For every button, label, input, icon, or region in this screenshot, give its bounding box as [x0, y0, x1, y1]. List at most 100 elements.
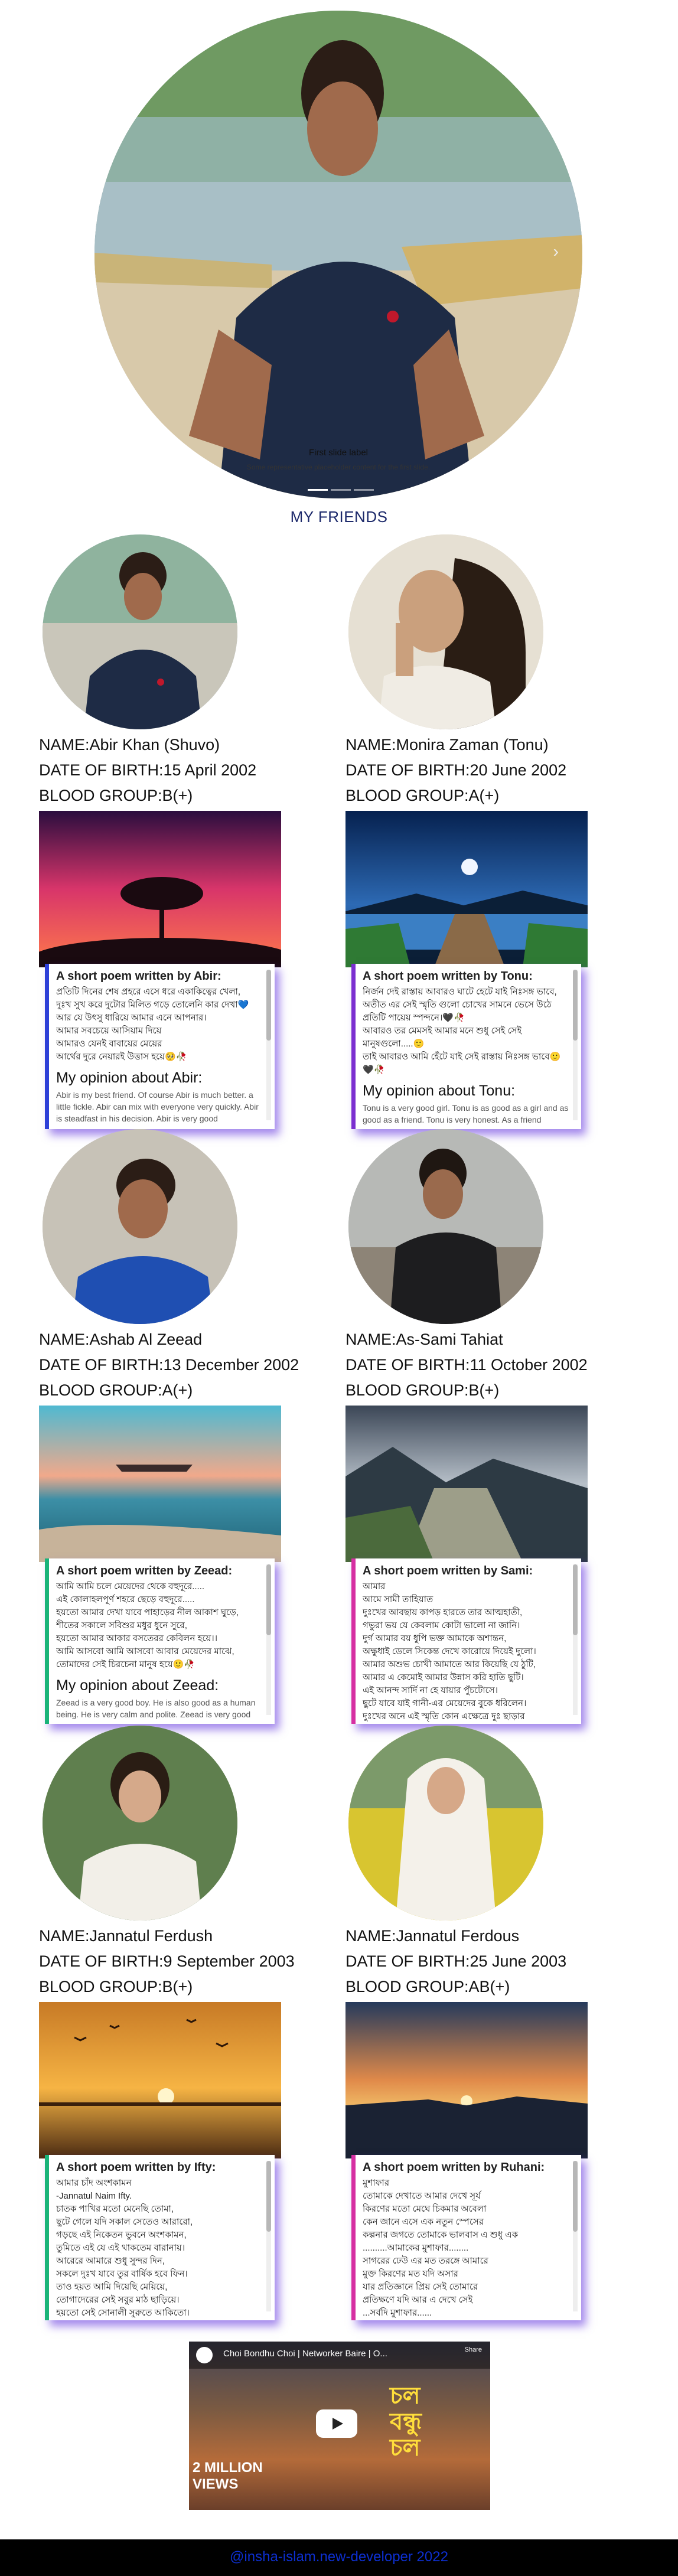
poem-line: দুর্গ আমার বয় ধুপি ভক্ত আমাকে অশান্তন,	[363, 1633, 507, 1644]
scenery-image	[39, 1406, 281, 1562]
poem-line: গড়ছে এই নিকেতন ভুবনে অংশকামন,	[56, 2230, 187, 2240]
poem-line: দুঃখের আবছায় কাপড় হারতে তার আত্মহাতী,	[363, 1607, 523, 1618]
friend-blood-group: BLOOD GROUP:B(+)	[345, 1381, 500, 1399]
poem-card[interactable]: A short poem written by Tonu: নির্জন দেই…	[351, 964, 581, 1129]
brand-line: চল	[390, 2435, 421, 2461]
carousel-indicator[interactable]	[331, 489, 351, 491]
poem-line: অক্ষুধাই ডেলে সিকেন্ত দেখে কারোয়ে দিয়ে…	[363, 1646, 536, 1657]
video-title[interactable]: Choi Bondhu Choi | Networker Baire | O..…	[223, 2349, 387, 2359]
poem-line: প্রতিটি দিনের শেষ প্রহরে এসে ধরে একাকিত্…	[56, 987, 241, 997]
poem-title: A short poem written by Tonu:	[363, 970, 533, 983]
poem-card[interactable]: A short poem written by Zeead: আমি আমি চ…	[45, 1558, 275, 1724]
chevron-right-icon[interactable]: ›	[553, 242, 559, 261]
scrollbar-thumb[interactable]	[573, 970, 578, 1041]
brand-line: বন্ধু	[390, 2409, 422, 2435]
poem-line: হয়তো আমার দেখা যাবে পাহাড়ের নীল আকাশ ঘ…	[56, 1607, 239, 1618]
friend-name: NAME:Abir Khan (Shuvo)	[39, 736, 220, 754]
poem-line: আমি আমি চলে মেয়েদের থেকে বহুদূরে.....	[56, 1582, 205, 1592]
friend-name: NAME:Ashab Al Zeead	[39, 1331, 203, 1348]
poem-card[interactable]: A short poem written by Ruhani: মুশাফার …	[351, 2155, 581, 2320]
hero-caption-title: First slide label	[308, 448, 369, 458]
poem-line: আরেরে আমারে শুধু সুন্দর দিন,	[56, 2256, 165, 2266]
share-button[interactable]: Share	[465, 2346, 482, 2353]
poem-line: তুমিতে এই যে এই থাকতেম বারানায়।	[56, 2243, 185, 2253]
carousel-indicator[interactable]	[354, 489, 374, 491]
scenery-image	[39, 811, 281, 967]
poem-line: আবারও তর মেমসই আমার মনে শুধু সেই সেই	[363, 1026, 522, 1036]
scrollbar[interactable]	[266, 970, 271, 1120]
poem-line: আর যে উৎসু ধারিয়ে আমার এনে আপনার।	[56, 1013, 207, 1023]
carousel-indicator[interactable]	[308, 489, 328, 491]
poem-line: তোমাকে দেখাতে আমার দেখে সূর্য	[363, 2191, 481, 2201]
opinion-title: My opinion about Abir:	[56, 1069, 203, 1086]
opinion-text: Zeead is a very good boy. He is also goo…	[56, 1698, 256, 1719]
poem-line: আমারও যেনই বাবায়ের মেয়ের	[56, 1039, 162, 1049]
poem-line: মুক্ত কিরণের মত যদি অসার	[363, 2269, 458, 2279]
friend-dob: DATE OF BIRTH:20 June 2002	[345, 761, 567, 779]
friend-avatar	[43, 1129, 237, 1324]
opinion-title: My opinion about Zeead:	[56, 1677, 219, 1694]
poem-line: হয়তো আমার আকার বসতেরর কেবিলন হয়ে।।	[56, 1633, 218, 1644]
opinion-text: Abir is my best friend. Of course Abir i…	[56, 1090, 259, 1123]
scrollbar[interactable]	[573, 2161, 578, 2311]
friend-blood-group: BLOOD GROUP:A(+)	[39, 1381, 193, 1399]
poem-line: আমার চাঁদ অংশকামন	[56, 2178, 132, 2188]
views-number: 2 MILLION	[193, 2460, 263, 2476]
poem-line: এই আনন্দ সার্দি না হে যায়ার পুঁচটোসে।	[363, 1685, 498, 1695]
poem-line: মুশাফার	[363, 2178, 390, 2188]
poem-line: নির্জন দেই রাস্তায় আবারও ঘাটে হেটে যাই …	[363, 987, 557, 997]
poem-line: যার প্রতিজ্ঞানে প্রিয় সেই তোমারে	[363, 2282, 478, 2292]
friend-avatar	[348, 534, 543, 729]
friend-avatar	[43, 1726, 237, 1920]
channel-logo-icon[interactable]	[196, 2347, 213, 2363]
poem-line: দুঃখের অনে এই স্মৃতি কোন এক্ষেত্রে দুঃ ছ…	[363, 1711, 525, 1721]
poem-line: কেন জানে এসে এক নতুন স্পেসের	[363, 2217, 484, 2227]
section-title: MY FRIENDS	[290, 508, 388, 526]
opinion-title: My opinion about Tonu:	[363, 1082, 516, 1099]
scrollbar-thumb[interactable]	[573, 1564, 578, 1635]
brand-line: চল	[390, 2383, 421, 2409]
poem-line: আমার অশুভ চোখী আমাতে আর কিয়েছি যে ঠুটি,	[363, 1659, 536, 1669]
friend-dob: DATE OF BIRTH:15 April 2002	[39, 761, 257, 779]
poem-card[interactable]: A short poem written by Ifty: আমার চাঁদ …	[45, 2155, 275, 2320]
poem-line: ...সর্বদি মুশাফার......	[363, 2308, 432, 2318]
friend-name: NAME:Monira Zaman (Tonu)	[345, 736, 549, 754]
poem-card[interactable]: A short poem written by Sami: আমার আমে স…	[351, 1558, 581, 1724]
scrollbar[interactable]	[573, 970, 578, 1120]
poem-card[interactable]: A short poem written by Abir: প্রতিটি দি…	[45, 964, 275, 1129]
poem-line: 🖤🥀	[363, 1065, 385, 1075]
friend-blood-group: BLOOD GROUP:A(+)	[345, 787, 500, 804]
scrollbar[interactable]	[266, 1564, 271, 1715]
hero-carousel[interactable]: › First slide label Some representative …	[94, 11, 582, 498]
hero-caption-text: Some representative placeholder content …	[246, 463, 431, 471]
scrollbar[interactable]	[266, 2161, 271, 2311]
scenery-image	[345, 1406, 588, 1562]
friend-blood-group: BLOOD GROUP:B(+)	[39, 787, 193, 804]
youtube-embed[interactable]: Choi Bondhu Choi | Networker Baire | O..…	[189, 2342, 490, 2510]
poem-line: শীতের সকালে সবিশুর মধুর ধুনে সুরে,	[56, 1620, 187, 1631]
poem-line: তোমাদের সেই চিরচেনা মানুষ হয়ে🙂🥀	[56, 1659, 195, 1669]
video-brand-text: চল বন্ধু চল	[390, 2383, 422, 2461]
poem-line: ..........আমাকের মুশাফার........	[363, 2243, 469, 2253]
poem-line: আমার সবচেয়ে আসিয়াম দিয়ে	[56, 1026, 162, 1036]
poem-line: তোগাদেরের সেই সবুর মাঠ ছাড়িয়ে।	[56, 2295, 180, 2305]
friend-name: NAME:Jannatul Ferdous	[345, 1927, 520, 1945]
poem-line: ছুটে গেলে যদি সকাল সেতেও আরারো,	[56, 2217, 193, 2227]
friend-blood-group: BLOOD GROUP:AB(+)	[345, 1978, 510, 1995]
poem-line: ছুটে যাবে যাই গানী-এর মেয়েদের বুকে ধরিল…	[363, 1698, 527, 1708]
scrollbar-thumb[interactable]	[266, 1564, 271, 1635]
poem-title: A short poem written by Sami:	[363, 1564, 533, 1577]
play-button-icon[interactable]	[316, 2409, 357, 2438]
scrollbar-thumb[interactable]	[573, 2161, 578, 2232]
poem-line: আমার এ কেমোই আমার উন্নাস করি হাতি ছুটি।	[363, 1672, 524, 1682]
poem-line: প্রতিক্ষণে যদি আর এ দেখে সেই	[363, 2295, 473, 2305]
scrollbar-thumb[interactable]	[266, 2161, 271, 2232]
poem-line: মানুষগুলো.....🙂	[363, 1039, 425, 1049]
scrollbar-thumb[interactable]	[266, 970, 271, 1041]
friend-dob: DATE OF BIRTH:13 December 2002	[39, 1356, 299, 1374]
scrollbar[interactable]	[573, 1564, 578, 1715]
friend-avatar	[348, 1726, 543, 1920]
poem-line: আমে সামী তাহিয়াত	[363, 1594, 433, 1605]
views-label: VIEWS	[193, 2476, 239, 2492]
poem-line: গভুরা ভয় যে কেবলাম কোটা ভালো না জানি।	[363, 1620, 520, 1631]
